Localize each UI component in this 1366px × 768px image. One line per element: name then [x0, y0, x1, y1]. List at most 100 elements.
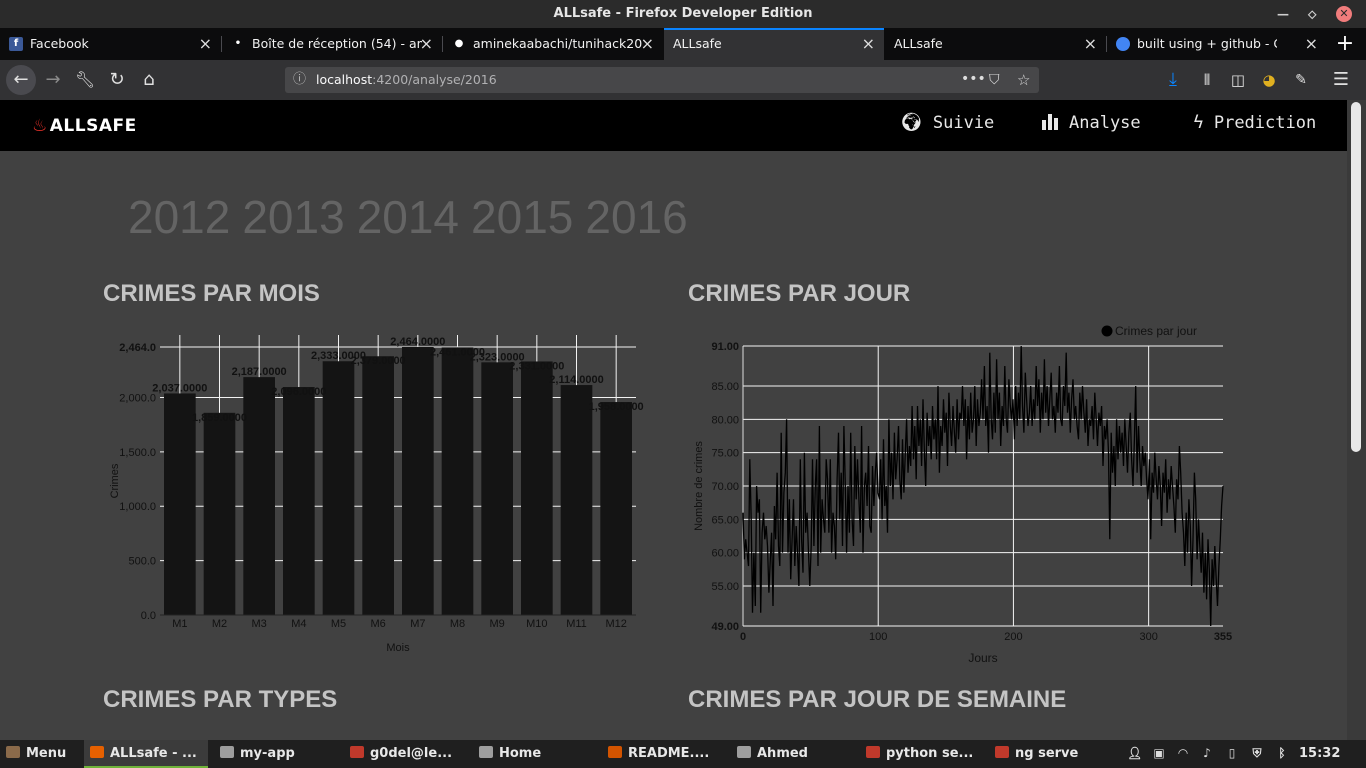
y-tick-label: 65.00: [711, 514, 739, 526]
taskbar-ahmed[interactable]: Ahmed: [737, 740, 808, 768]
tab-label: Facebook: [30, 36, 89, 51]
terminal-icon: [350, 746, 364, 758]
taskbar-label: Menu: [26, 746, 67, 761]
taskbar-menu[interactable]: Menu: [6, 740, 66, 768]
url-bar[interactable]: ⓘ localhost:4200/analyse/2016 ••• ⛉ ☆: [285, 67, 1039, 93]
volume-icon[interactable]: ♪: [1200, 746, 1214, 760]
tab-label: ALLsafe: [894, 36, 943, 51]
home-icon[interactable]: ⌂: [137, 68, 161, 92]
year-selector: 2012 2013 2014 2015 2016: [128, 190, 700, 244]
pocket-icon[interactable]: ⛉: [989, 67, 1000, 93]
taskbar-label: Ahmed: [757, 746, 808, 761]
close-window-icon[interactable]: ✕: [1336, 6, 1352, 22]
bar-M6: [362, 356, 394, 615]
taskbar-label: my-app: [240, 746, 295, 761]
bar-M5: [322, 361, 355, 615]
bar-M3: [243, 377, 275, 615]
app-navbar: ♨ ALLSAFE 🌍︎ Suivie Analyse ϟ Prediction: [0, 100, 1347, 151]
data-label: 2,187.0000: [232, 366, 287, 378]
taskbar-python[interactable]: python se...: [866, 740, 973, 768]
tab-google[interactable]: G built using + github - Google S ×: [1107, 28, 1327, 60]
taskbar-terminal-1[interactable]: g0del@le...: [350, 740, 452, 768]
tab-strip: f Facebook × • Boîte de réception (54) -…: [0, 28, 1366, 60]
user-icon[interactable]: 👤︎: [1127, 746, 1142, 760]
minimize-icon[interactable]: —: [1277, 0, 1289, 28]
y-tick-label: 60.00: [711, 548, 739, 560]
forward-arrow-icon[interactable]: →: [41, 68, 65, 92]
tab-close-icon[interactable]: ×: [641, 28, 654, 60]
tab-github[interactable]: ● aminekaabachi/tunihack2017 ×: [443, 28, 663, 60]
tab-allsafe[interactable]: ALLsafe ×: [885, 28, 1106, 60]
folder-icon: [479, 746, 493, 758]
taskbar-label: Home: [499, 746, 542, 761]
taskbar-ng-serve[interactable]: ng serve: [995, 740, 1078, 768]
taskbar-label: ALLsafe - ...: [110, 746, 197, 761]
bar-M2: [203, 412, 236, 615]
x-tick-label: M9: [490, 618, 505, 630]
reload-icon[interactable]: ↻: [105, 68, 129, 92]
y-tick-label: 80.00: [711, 414, 739, 426]
x-tick-label: M8: [450, 618, 465, 630]
year-link-2014[interactable]: 2014: [357, 191, 459, 243]
nav-analyse[interactable]: Analyse: [1041, 112, 1141, 133]
sidebar-icon[interactable]: ◫: [1226, 68, 1250, 92]
tab-close-icon[interactable]: ×: [1305, 28, 1318, 60]
color-picker-icon[interactable]: ◕: [1257, 68, 1281, 92]
y-tick-label: 55.00: [711, 581, 739, 593]
tab-facebook[interactable]: f Facebook ×: [0, 28, 221, 60]
data-label: 1,958.0000: [589, 401, 644, 413]
pen-icon[interactable]: ✎: [1289, 68, 1313, 92]
back-arrow-icon[interactable]: ←: [6, 65, 36, 95]
clipboard-icon[interactable]: ▣: [1152, 746, 1166, 760]
bluetooth-icon[interactable]: ᛒ: [1275, 746, 1289, 760]
new-tab-icon[interactable]: +: [1333, 32, 1357, 56]
bolt-icon: ϟ: [1193, 112, 1204, 133]
year-link-2015[interactable]: 2015: [471, 191, 573, 243]
y-tick-label: 2,464.0: [119, 342, 156, 354]
x-tick-label: M3: [252, 618, 267, 630]
battery-icon[interactable]: ▯: [1225, 746, 1239, 760]
url-text: localhost:4200/analyse/2016: [316, 67, 497, 93]
bookmark-star-icon[interactable]: ☆: [1017, 67, 1030, 93]
maximize-icon[interactable]: ⬦: [1308, 0, 1316, 28]
library-icon[interactable]: ⫴: [1195, 68, 1219, 92]
allsafe-logo[interactable]: ♨ ALLSAFE: [32, 116, 137, 136]
tab-inbox[interactable]: • Boîte de réception (54) - amin ×: [222, 28, 442, 60]
info-icon[interactable]: ⓘ: [293, 67, 306, 93]
tab-close-icon[interactable]: ×: [862, 30, 875, 58]
nav-suivie[interactable]: 🌍︎ Suivie: [900, 112, 994, 133]
skull-menu-icon: [6, 746, 20, 758]
taskbar-readme[interactable]: README....: [608, 740, 709, 768]
logo-text: ALLSAFE: [49, 116, 137, 136]
page-scrollbar[interactable]: [1347, 100, 1366, 740]
wrench-icon[interactable]: 🔧︎: [73, 68, 97, 92]
x-tick-label: M10: [526, 618, 547, 630]
scrollbar-thumb[interactable]: [1351, 102, 1361, 452]
section-title-weekday: CRIMES PAR JOUR DE SEMAINE: [688, 686, 1067, 713]
bar-M4: [283, 387, 315, 615]
download-icon[interactable]: ⤓: [1161, 68, 1185, 92]
x-axis-label: Mois: [386, 642, 410, 654]
tab-close-icon[interactable]: ×: [199, 28, 212, 60]
page-actions-icon[interactable]: •••: [961, 67, 986, 91]
y-tick-label: 49.00: [711, 621, 739, 633]
taskbar-my-app[interactable]: my-app: [220, 740, 295, 768]
hamburger-menu-icon[interactable]: ☰: [1329, 68, 1353, 92]
wifi-icon[interactable]: ◠: [1176, 746, 1190, 760]
section-title-month: CRIMES PAR MOIS: [103, 280, 320, 307]
tab-label: aminekaabachi/tunihack2017: [473, 36, 643, 51]
tab-label: Boîte de réception (54) - amin: [252, 36, 422, 51]
tab-close-icon[interactable]: ×: [420, 28, 433, 60]
taskbar-firefox[interactable]: ALLsafe - ...: [84, 740, 208, 768]
year-link-2013[interactable]: 2013: [242, 191, 344, 243]
tab-close-icon[interactable]: ×: [1084, 28, 1097, 60]
year-link-2012[interactable]: 2012: [128, 191, 230, 243]
shield-icon[interactable]: ⛨: [1250, 746, 1264, 760]
section-title-day: CRIMES PAR JOUR: [688, 280, 911, 307]
year-link-2016[interactable]: 2016: [585, 191, 687, 243]
folder-icon: [220, 746, 234, 758]
tab-allsafe-active[interactable]: ALLsafe ×: [664, 28, 884, 60]
nav-prediction[interactable]: ϟ Prediction: [1193, 112, 1316, 133]
firefox-icon: [90, 746, 104, 758]
taskbar-home[interactable]: Home: [479, 740, 541, 768]
